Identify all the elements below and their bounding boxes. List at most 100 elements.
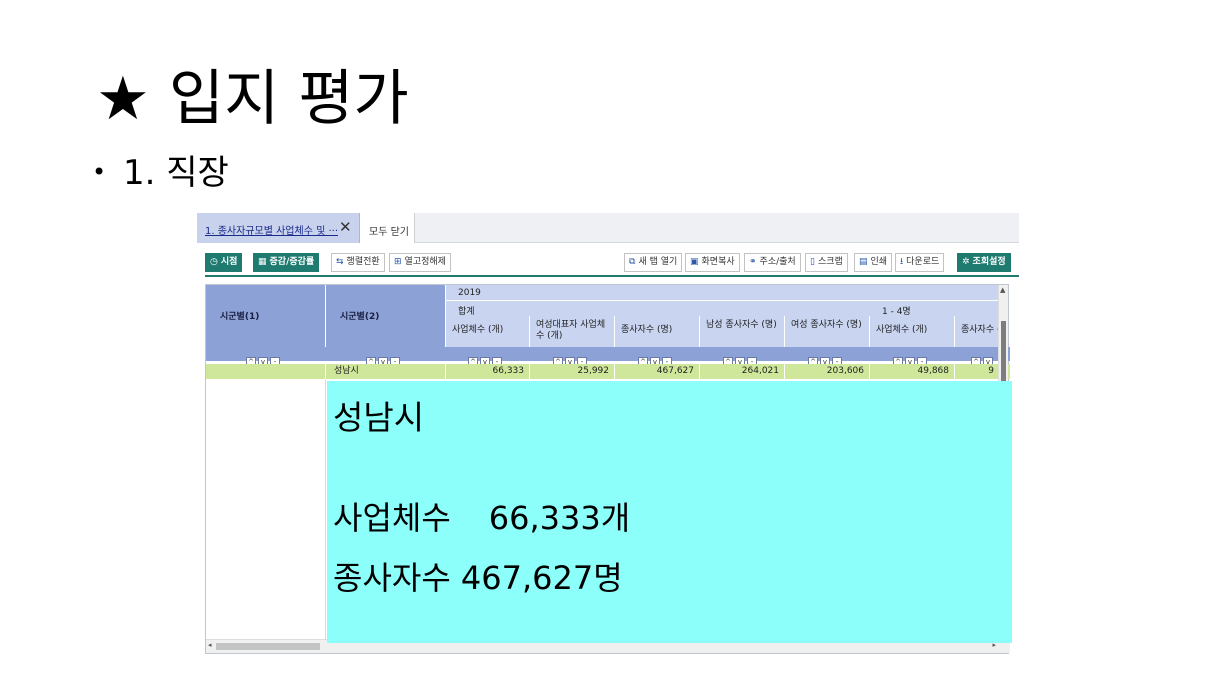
row-value-cell: 66,333	[446, 364, 530, 379]
bookmark-icon: ▯	[810, 257, 815, 267]
horizontal-scroll-thumb[interactable]	[216, 643, 320, 650]
summary-callout: 성남시 사업체수 66,333개 종사자수 467,627명	[327, 381, 1012, 643]
scroll-up-icon[interactable]: ▲	[1000, 286, 1005, 294]
callout-business-value: 66,333개	[488, 499, 631, 537]
screen-copy-label: 화면복사	[701, 257, 735, 267]
col-header-label: 종사자수 (명)	[621, 325, 673, 335]
sort-controls[interactable]: ^ v -	[638, 349, 678, 367]
period-button[interactable]: ◷ 시점	[205, 253, 243, 272]
header-group-total: 합계	[446, 301, 870, 317]
col-header[interactable]: 사업체수 (개)	[870, 316, 955, 347]
sort-controls[interactable]: ^ v -	[808, 349, 848, 367]
kosis-screenshot: 1. 종사자규모별 사업체수 및 ··· ✕ 모두 닫기 ◷ 시점 ▦ 증감/증감률…	[197, 213, 1019, 654]
row-region-cell: 성남시	[326, 364, 446, 379]
print-button[interactable]: ▤ 인쇄	[854, 253, 893, 272]
query-settings-label: 조회설정	[972, 257, 1006, 267]
col-header-label: 사업체수 (개)	[452, 325, 504, 335]
scrap-label: 스크랩	[817, 257, 843, 267]
col-header[interactable]: 여성 종사자수 (명)	[785, 316, 870, 347]
tab-active-label[interactable]: 1. 종사자규모별 사업체수 및 ···	[205, 222, 338, 237]
bullet-dot: •	[92, 158, 107, 186]
scroll-left-icon[interactable]: ◂	[208, 641, 212, 649]
new-tab-label: 새 탭 열기	[638, 257, 678, 267]
sort-controls[interactable]: ^ v -	[468, 349, 508, 367]
address-source-button[interactable]: ⚭ 주소/출처	[744, 253, 801, 272]
tab-strip: 1. 종사자규모별 사업체수 및 ··· ✕ 모두 닫기	[197, 213, 1019, 243]
link-icon: ⚭	[749, 257, 757, 267]
col-header-label: 종사자수 (	[961, 325, 1000, 335]
col-header[interactable]: 여성대표자 사업체수 (개)	[530, 316, 615, 347]
scrap-button[interactable]: ▯ 스크랩	[805, 253, 848, 272]
sort-controls[interactable]: ^ v	[971, 349, 1001, 367]
close-all-label[interactable]: 모두 닫기	[369, 223, 409, 238]
gear-icon: ✲	[962, 257, 970, 267]
slide-title-text: 입지 평가	[168, 64, 409, 134]
transpose-button[interactable]: ⇆ 행렬전환	[331, 253, 385, 272]
header-region-1-label: 시군별(1)	[220, 312, 260, 322]
tab-active[interactable]: 1. 종사자규모별 사업체수 및 ··· ✕	[197, 213, 360, 243]
toolbar: ◷ 시점 ▦ 증감/증감률 ⇆ 행렬전환 ⊞ 열고정해제 ⧉ 새 탭 열기 ▣ 화면복사 ⚭…	[205, 253, 1019, 275]
bullet-text: 1. 직장	[122, 153, 229, 193]
sort-controls[interactable]: ^ v -	[553, 349, 593, 367]
col-header[interactable]: 종사자수 (명)	[615, 316, 700, 347]
col-header[interactable]: 종사자수 (	[955, 316, 1000, 347]
callout-business-label: 사업체수	[333, 499, 451, 537]
screen-copy-button[interactable]: ▣ 화면복사	[685, 253, 740, 272]
download-icon: ⭳	[900, 257, 904, 267]
unpin-icon: ⊞	[394, 257, 402, 267]
row-value-cell: 9	[955, 364, 1000, 379]
row-region-1-cell	[206, 364, 326, 379]
chart-icon: ▦	[258, 257, 267, 267]
transpose-label: 행렬전환	[346, 257, 380, 267]
download-button[interactable]: ⭳ 다운로드	[895, 253, 945, 272]
address-source-label: 주소/출처	[759, 257, 796, 267]
sort-controls[interactable]: ^ v -	[893, 349, 933, 367]
col-header-label: 남성 종사자수 (명)	[706, 320, 777, 330]
slide-bullet: • 1. 직장	[92, 150, 229, 195]
col-header-label: 사업체수 (개)	[876, 325, 928, 335]
header-region-2-label: 시군별(2)	[340, 312, 380, 322]
header-region-1[interactable]: 시군별(1)	[206, 285, 326, 347]
slide-title: ★ 입지 평가	[96, 62, 409, 136]
sort-controls[interactable]: ^ v -	[723, 349, 763, 367]
row-value-cell: 264,021	[700, 364, 785, 379]
sort-controls[interactable]: ^ v -	[366, 349, 406, 367]
col-header[interactable]: 사업체수 (개)	[446, 316, 530, 347]
print-label: 인쇄	[870, 257, 888, 267]
star-icon: ★	[96, 64, 150, 134]
period-label: 시점	[220, 257, 238, 267]
sort-controls-row: ^ v - ^ v - ^ v - ^ v - ^ v - ^ v - ^ v - ^ v - ^ v	[206, 347, 1010, 367]
callout-city: 성남시	[333, 398, 425, 437]
header-year: 2019	[446, 285, 1000, 301]
col-header-label: 여성 종사자수 (명)	[791, 320, 862, 330]
table-row: 성남시 66,333 25,992 467,627 264,021 203,60…	[206, 364, 1010, 379]
download-label: 다운로드	[906, 257, 940, 267]
row-value-cell: 467,627	[615, 364, 700, 379]
header-year-label: 2019	[458, 288, 481, 298]
sort-controls[interactable]: ^ v -	[246, 349, 286, 367]
unfreeze-label: 열고정해제	[404, 257, 446, 267]
header-group-1to4: 1 - 4명	[870, 301, 1000, 317]
query-settings-button[interactable]: ✲ 조회설정	[957, 253, 1011, 272]
close-all-button[interactable]: 모두 닫기	[360, 213, 415, 243]
row-value-cell: 25,992	[530, 364, 615, 379]
toolbar-divider	[205, 275, 1019, 277]
newtab-icon: ⧉	[629, 257, 636, 267]
header-region-2[interactable]: 시군별(2)	[326, 285, 446, 347]
callout-business-count: 사업체수 66,333개	[333, 495, 630, 541]
change-rate-button[interactable]: ▦ 증감/증감률	[253, 253, 320, 272]
unfreeze-button[interactable]: ⊞ 열고정해제	[389, 253, 451, 272]
swap-icon: ⇆	[336, 257, 344, 267]
close-icon[interactable]: ✕	[339, 218, 352, 236]
screen-icon: ▣	[690, 257, 699, 267]
col-header[interactable]: 남성 종사자수 (명)	[700, 316, 785, 347]
change-rate-label: 증감/증감률	[269, 257, 315, 267]
row-value-cell: 49,868	[870, 364, 955, 379]
col-header-label: 여성대표자 사업체수 (개)	[536, 320, 606, 341]
new-tab-button[interactable]: ⧉ 새 탭 열기	[624, 253, 683, 272]
region-column-body	[206, 379, 326, 641]
callout-employee-count: 종사자수 467,627명	[333, 559, 623, 597]
print-icon: ▤	[859, 257, 868, 267]
row-value-cell: 203,606	[785, 364, 870, 379]
clock-icon: ◷	[210, 257, 218, 267]
